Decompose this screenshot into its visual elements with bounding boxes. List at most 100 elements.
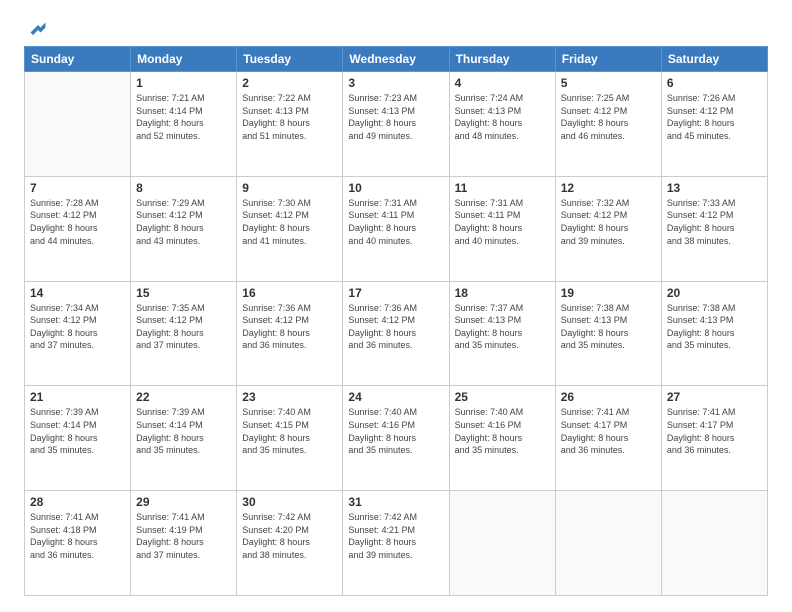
- day-number: 20: [667, 286, 762, 300]
- calendar-cell: 24 Sunrise: 7:40 AM Sunset: 4:16 PM Dayli…: [343, 386, 449, 491]
- day-number: 13: [667, 181, 762, 195]
- day-info: Sunrise: 7:41 AM Sunset: 4:17 PM Dayligh…: [667, 406, 762, 456]
- calendar-cell: 27 Sunrise: 7:41 AM Sunset: 4:17 PM Dayli…: [661, 386, 767, 491]
- calendar-cell: 14 Sunrise: 7:34 AM Sunset: 4:12 PM Dayli…: [25, 281, 131, 386]
- calendar-cell: 7 Sunrise: 7:28 AM Sunset: 4:12 PM Daylig…: [25, 176, 131, 281]
- day-info: Sunrise: 7:22 AM Sunset: 4:13 PM Dayligh…: [242, 92, 337, 142]
- day-info: Sunrise: 7:40 AM Sunset: 4:16 PM Dayligh…: [455, 406, 550, 456]
- day-info: Sunrise: 7:35 AM Sunset: 4:12 PM Dayligh…: [136, 302, 231, 352]
- day-info: Sunrise: 7:33 AM Sunset: 4:12 PM Dayligh…: [667, 197, 762, 247]
- calendar-cell: 2 Sunrise: 7:22 AM Sunset: 4:13 PM Daylig…: [237, 72, 343, 177]
- day-number: 7: [30, 181, 125, 195]
- day-info: Sunrise: 7:38 AM Sunset: 4:13 PM Dayligh…: [667, 302, 762, 352]
- day-number: 3: [348, 76, 443, 90]
- calendar-cell: 28 Sunrise: 7:41 AM Sunset: 4:18 PM Dayli…: [25, 491, 131, 596]
- calendar-cell: 20 Sunrise: 7:38 AM Sunset: 4:13 PM Dayli…: [661, 281, 767, 386]
- weekday-header-monday: Monday: [131, 47, 237, 72]
- calendar-cell: 17Sunrise: 7:36 AM Sunset: 4:12 PM Dayli…: [343, 281, 449, 386]
- day-info: Sunrise: 7:21 AM Sunset: 4:14 PM Dayligh…: [136, 92, 231, 142]
- calendar-cell: 9 Sunrise: 7:30 AM Sunset: 4:12 PM Daylig…: [237, 176, 343, 281]
- day-number: 5: [561, 76, 656, 90]
- day-number: 6: [667, 76, 762, 90]
- day-info: Sunrise: 7:30 AM Sunset: 4:12 PM Dayligh…: [242, 197, 337, 247]
- day-number: 14: [30, 286, 125, 300]
- day-info: Sunrise: 7:31 AM Sunset: 4:11 PM Dayligh…: [348, 197, 443, 247]
- calendar-week-5: 28 Sunrise: 7:41 AM Sunset: 4:18 PM Dayli…: [25, 491, 768, 596]
- day-info: Sunrise: 7:41 AM Sunset: 4:19 PM Dayligh…: [136, 511, 231, 561]
- day-number: 26: [561, 390, 656, 404]
- day-number: 18: [455, 286, 550, 300]
- calendar-cell: 19 Sunrise: 7:38 AM Sunset: 4:13 PM Dayli…: [555, 281, 661, 386]
- logo: [24, 20, 48, 36]
- calendar-cell: 30 Sunrise: 7:42 AM Sunset: 4:20 PM Dayli…: [237, 491, 343, 596]
- day-info: Sunrise: 7:26 AM Sunset: 4:12 PM Dayligh…: [667, 92, 762, 142]
- calendar-cell: 4Sunrise: 7:24 AM Sunset: 4:13 PM Daylig…: [449, 72, 555, 177]
- day-info: Sunrise: 7:42 AM Sunset: 4:21 PM Dayligh…: [348, 511, 443, 561]
- calendar-cell: 16 Sunrise: 7:36 AM Sunset: 4:12 PM Dayli…: [237, 281, 343, 386]
- calendar-cell: [25, 72, 131, 177]
- calendar-cell: 18 Sunrise: 7:37 AM Sunset: 4:13 PM Dayli…: [449, 281, 555, 386]
- day-number: 29: [136, 495, 231, 509]
- weekday-header-thursday: Thursday: [449, 47, 555, 72]
- day-info: Sunrise: 7:28 AM Sunset: 4:12 PM Dayligh…: [30, 197, 125, 247]
- calendar-week-4: 21 Sunrise: 7:39 AM Sunset: 4:14 PM Dayli…: [25, 386, 768, 491]
- day-number: 11: [455, 181, 550, 195]
- day-number: 16: [242, 286, 337, 300]
- calendar-header-row: SundayMondayTuesdayWednesdayThursdayFrid…: [25, 47, 768, 72]
- logo-bird-icon: [28, 20, 48, 40]
- day-info: Sunrise: 7:42 AM Sunset: 4:20 PM Dayligh…: [242, 511, 337, 561]
- calendar-cell: 13 Sunrise: 7:33 AM Sunset: 4:12 PM Dayli…: [661, 176, 767, 281]
- weekday-header-wednesday: Wednesday: [343, 47, 449, 72]
- calendar-cell: 21 Sunrise: 7:39 AM Sunset: 4:14 PM Dayli…: [25, 386, 131, 491]
- calendar-week-3: 14 Sunrise: 7:34 AM Sunset: 4:12 PM Dayli…: [25, 281, 768, 386]
- day-number: 9: [242, 181, 337, 195]
- calendar-cell: 26 Sunrise: 7:41 AM Sunset: 4:17 PM Dayli…: [555, 386, 661, 491]
- calendar-cell: 25 Sunrise: 7:40 AM Sunset: 4:16 PM Dayli…: [449, 386, 555, 491]
- day-number: 19: [561, 286, 656, 300]
- day-info: Sunrise: 7:41 AM Sunset: 4:17 PM Dayligh…: [561, 406, 656, 456]
- day-info: Sunrise: 7:41 AM Sunset: 4:18 PM Dayligh…: [30, 511, 125, 561]
- calendar-week-1: 1 Sunrise: 7:21 AM Sunset: 4:14 PM Daylig…: [25, 72, 768, 177]
- day-number: 21: [30, 390, 125, 404]
- day-number: 27: [667, 390, 762, 404]
- calendar-cell: 5Sunrise: 7:25 AM Sunset: 4:12 PM Daylig…: [555, 72, 661, 177]
- day-info: Sunrise: 7:29 AM Sunset: 4:12 PM Dayligh…: [136, 197, 231, 247]
- day-number: 10: [348, 181, 443, 195]
- calendar-cell: 8 Sunrise: 7:29 AM Sunset: 4:12 PM Daylig…: [131, 176, 237, 281]
- day-info: Sunrise: 7:36 AM Sunset: 4:12 PM Dayligh…: [242, 302, 337, 352]
- day-info: Sunrise: 7:40 AM Sunset: 4:15 PM Dayligh…: [242, 406, 337, 456]
- calendar-cell: 1 Sunrise: 7:21 AM Sunset: 4:14 PM Daylig…: [131, 72, 237, 177]
- day-number: 28: [30, 495, 125, 509]
- day-number: 1: [136, 76, 231, 90]
- day-info: Sunrise: 7:39 AM Sunset: 4:14 PM Dayligh…: [30, 406, 125, 456]
- calendar-cell: 29 Sunrise: 7:41 AM Sunset: 4:19 PM Dayli…: [131, 491, 237, 596]
- day-number: 12: [561, 181, 656, 195]
- day-info: Sunrise: 7:39 AM Sunset: 4:14 PM Dayligh…: [136, 406, 231, 456]
- weekday-header-sunday: Sunday: [25, 47, 131, 72]
- day-number: 4: [455, 76, 550, 90]
- day-info: Sunrise: 7:37 AM Sunset: 4:13 PM Dayligh…: [455, 302, 550, 352]
- day-number: 8: [136, 181, 231, 195]
- day-info: Sunrise: 7:23 AM Sunset: 4:13 PM Dayligh…: [348, 92, 443, 142]
- calendar-week-2: 7 Sunrise: 7:28 AM Sunset: 4:12 PM Daylig…: [25, 176, 768, 281]
- page: SundayMondayTuesdayWednesdayThursdayFrid…: [0, 0, 792, 612]
- day-info: Sunrise: 7:31 AM Sunset: 4:11 PM Dayligh…: [455, 197, 550, 247]
- day-number: 23: [242, 390, 337, 404]
- day-number: 24: [348, 390, 443, 404]
- calendar-cell: 6 Sunrise: 7:26 AM Sunset: 4:12 PM Daylig…: [661, 72, 767, 177]
- calendar-cell: [449, 491, 555, 596]
- header: [24, 20, 768, 36]
- calendar-cell: 10 Sunrise: 7:31 AM Sunset: 4:11 PM Dayli…: [343, 176, 449, 281]
- day-number: 30: [242, 495, 337, 509]
- day-number: 15: [136, 286, 231, 300]
- day-number: 2: [242, 76, 337, 90]
- calendar-cell: 11 Sunrise: 7:31 AM Sunset: 4:11 PM Dayli…: [449, 176, 555, 281]
- day-number: 25: [455, 390, 550, 404]
- calendar-cell: 22Sunrise: 7:39 AM Sunset: 4:14 PM Dayli…: [131, 386, 237, 491]
- calendar-cell: 3 Sunrise: 7:23 AM Sunset: 4:13 PM Daylig…: [343, 72, 449, 177]
- day-info: Sunrise: 7:40 AM Sunset: 4:16 PM Dayligh…: [348, 406, 443, 456]
- day-info: Sunrise: 7:38 AM Sunset: 4:13 PM Dayligh…: [561, 302, 656, 352]
- calendar-cell: 12Sunrise: 7:32 AM Sunset: 4:12 PM Dayli…: [555, 176, 661, 281]
- calendar-cell: 15 Sunrise: 7:35 AM Sunset: 4:12 PM Dayli…: [131, 281, 237, 386]
- day-info: Sunrise: 7:34 AM Sunset: 4:12 PM Dayligh…: [30, 302, 125, 352]
